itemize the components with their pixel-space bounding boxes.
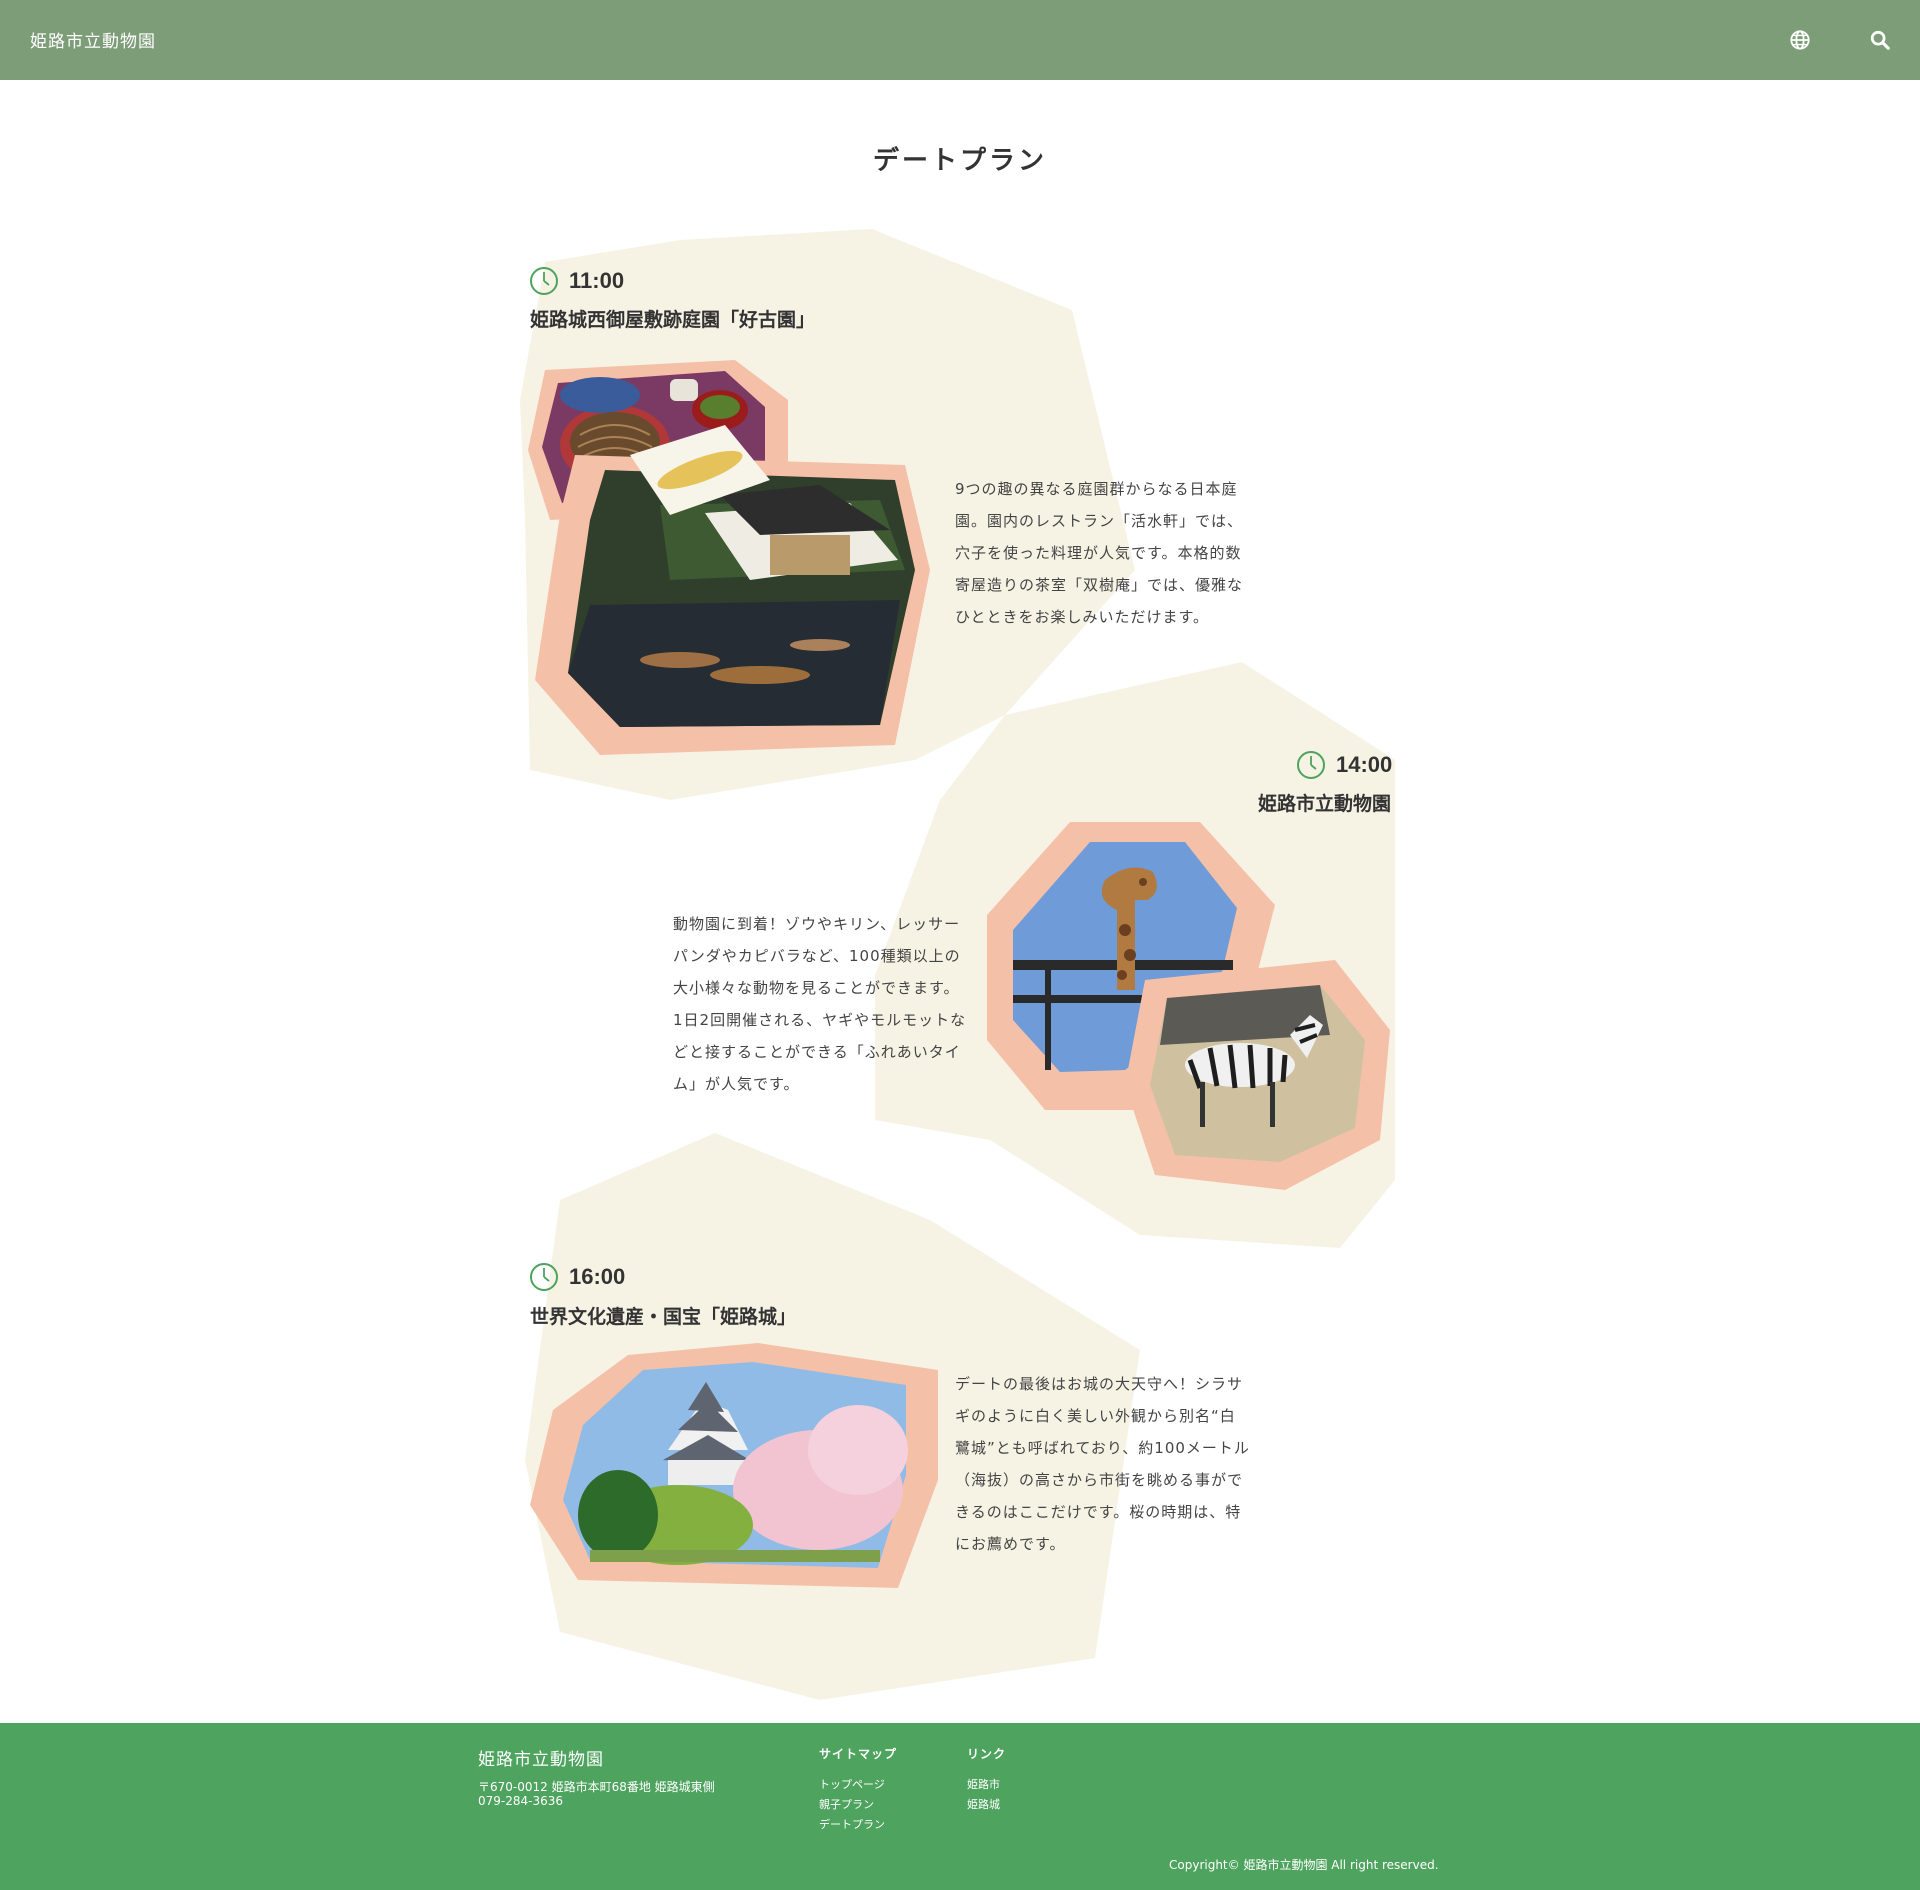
site-header: 姫路市立動物園 [0, 0, 1920, 80]
desc-line: 1日2回開催される、ヤギやモルモットな [673, 1011, 967, 1029]
desc-line: パンダやカピバラなど、100種類以上の [673, 947, 961, 965]
plan-time-row: 16:00 [529, 1262, 625, 1292]
page-title: デートプラン [872, 146, 1047, 176]
plan-place: 姫路城西御屋敷跡庭園「好古園」 [530, 309, 816, 331]
desc-line: （海抜）の高さから市街を眺める事がで [955, 1471, 1244, 1489]
footer-links-heading: リンク [967, 1747, 1007, 1761]
plan-description: 動物園に到着！ゾウやキリン、レッサー パンダやカピバラなど、100種類以上の 大… [673, 908, 973, 1100]
castle-photo-group [530, 1343, 938, 1588]
clock-icon [530, 267, 558, 295]
plan-time: 16:00 [569, 1264, 626, 1289]
desc-line: ひとときをお楽しみいただけます。 [955, 608, 1210, 626]
plan-place: 世界文化遺産・国宝「姫路城」 [530, 1306, 797, 1328]
desc-line: 穴子を使った料理が人気です。本格的数 [955, 544, 1242, 562]
footer-title: 姫路市立動物園 [478, 1750, 604, 1770]
desc-line: ム」が人気です。 [673, 1075, 800, 1093]
desc-line: 寄屋造りの茶室「双樹庵」では、優雅な [955, 576, 1244, 594]
desc-line: にお薦めです。 [955, 1535, 1066, 1553]
desc-line: きるのはここだけです。桜の時期は、特 [955, 1503, 1242, 1521]
footer-link-himeji-castle[interactable]: 姫路城 [967, 1796, 1000, 1812]
globe-icon[interactable] [1789, 29, 1811, 51]
garden-photo-group [528, 360, 930, 755]
footer-link-family-plan[interactable]: 親子プラン [819, 1796, 874, 1812]
footer-link-date-plan[interactable]: デートプラン [819, 1816, 885, 1832]
plan-description: 9つの趣の異なる庭園群からなる日本庭 園。園内のレストラン「活水軒」では、 穴子… [955, 473, 1255, 633]
plan-time-row: 11:00 [529, 266, 624, 296]
site-footer: 姫路市立動物園 〒670-0012 姫路市本町68番地 姫路城東側 079-28… [0, 1723, 1920, 1890]
desc-line: 動物園に到着！ゾウやキリン、レッサー [673, 915, 961, 933]
footer-phone: 079-284-3636 [478, 1794, 564, 1808]
footer-sitemap-heading: サイトマップ [819, 1747, 898, 1761]
zoo-photo-group [987, 822, 1390, 1190]
desc-line: 9つの趣の異なる庭園群からなる日本庭 [955, 480, 1238, 498]
desc-line: デートの最後はお城の大天守へ！シラサ [955, 1375, 1244, 1393]
footer-copyright: Copyright© 姫路市立動物園 All right reserved. [1169, 1858, 1439, 1872]
site-title[interactable]: 姫路市立動物園 [30, 27, 156, 52]
plan-time-row: 14:00 [1296, 750, 1392, 780]
search-icon[interactable] [1869, 29, 1891, 51]
desc-line: 鷺城”とも呼ばれており、約100メートル [955, 1439, 1250, 1457]
plan-time: 11:00 [569, 268, 625, 293]
plan-time: 14:00 [1336, 752, 1393, 777]
plan-place: 姫路市立動物園 [1257, 793, 1391, 815]
plan-description: デートの最後はお城の大天守へ！シラサ ギのように白く美しい外観から別名“白 鷺城… [955, 1368, 1255, 1560]
desc-line: 大小様々な動物を見ることができます。 [673, 979, 960, 997]
footer-link-himeji-city[interactable]: 姫路市 [967, 1776, 1000, 1792]
footer-address: 〒670-0012 姫路市本町68番地 姫路城東側 [478, 1780, 715, 1794]
clock-icon [1297, 751, 1325, 779]
desc-line: 園。園内のレストラン「活水軒」では、 [955, 512, 1244, 530]
desc-line: ギのように白く美しい外観から別名“白 [955, 1407, 1236, 1425]
footer-link-top[interactable]: トップページ [819, 1776, 885, 1792]
footer-address-block: 〒670-0012 姫路市本町68番地 姫路城東側 079-284-3636 [478, 1780, 715, 1808]
clock-icon [530, 1263, 558, 1291]
desc-line: どと接することができる「ふれあいタイ [673, 1043, 961, 1061]
